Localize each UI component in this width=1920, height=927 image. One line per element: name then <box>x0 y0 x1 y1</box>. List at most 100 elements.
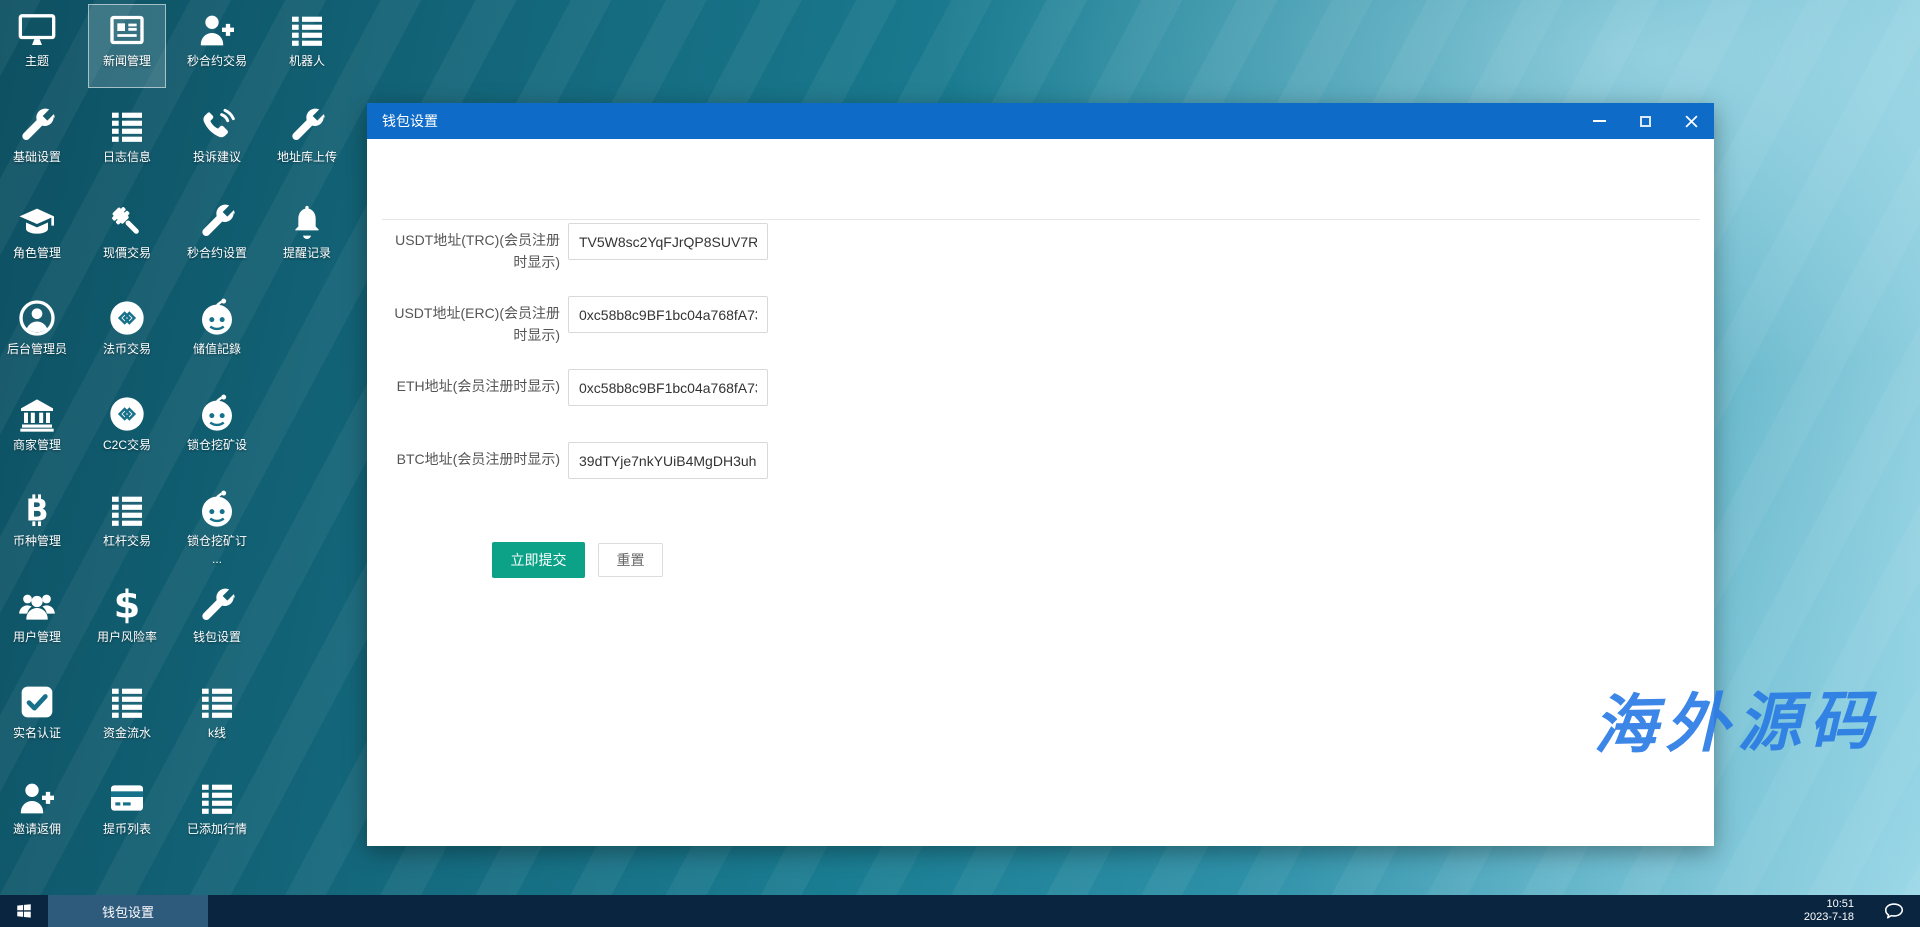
user-plus-icon <box>197 10 237 50</box>
minimize-button[interactable] <box>1576 103 1622 139</box>
form-row: USDT地址(ERC)(会员注册时显示) <box>390 296 768 346</box>
list-icon <box>107 682 147 722</box>
desktop-icon-label: 资金流水 <box>102 726 151 740</box>
desktop-icon[interactable]: 秒合约交易 <box>178 4 256 88</box>
form-divider <box>382 219 1700 220</box>
desktop-icon-label: 储值記錄 <box>192 342 241 356</box>
field-label: USDT地址(TRC)(会员注册时显示) <box>395 232 560 270</box>
desktop-icon[interactable]: 主题 <box>0 4 76 88</box>
list-icon <box>107 490 147 530</box>
reset-button[interactable]: 重置 <box>598 543 663 577</box>
close-button[interactable] <box>1668 103 1714 139</box>
desktop-icon[interactable]: 锁仓挖矿订... <box>178 484 256 568</box>
maximize-button[interactable] <box>1622 103 1668 139</box>
desktop-icon[interactable]: 钱包设置 <box>178 580 256 664</box>
desktop-icon[interactable]: 角色管理 <box>0 196 76 280</box>
desktop-icon-label: 币种管理 <box>12 534 61 548</box>
desktop-icon[interactable]: 杠杆交易 <box>88 484 166 568</box>
clock-date: 2023-7-18 <box>1803 911 1854 923</box>
notification-button[interactable] <box>1868 895 1920 927</box>
desktop-icon-label: 实名认证 <box>12 726 61 740</box>
desktop-icon[interactable]: 资金流水 <box>88 676 166 760</box>
window-title: 钱包设置 <box>382 113 438 129</box>
desktop-icon[interactable]: 新闻管理 <box>88 4 166 88</box>
desktop-icon[interactable]: 现價交易 <box>88 196 166 280</box>
desktop-icon-label: 用户风险率 <box>96 630 157 644</box>
desktop-icon[interactable]: 提币列表 <box>88 772 166 856</box>
form-row: BTC地址(会员注册时显示) <box>390 442 768 479</box>
desktop-icon[interactable]: 秒合约设置 <box>178 196 256 280</box>
desktop-icon[interactable]: 储值記錄 <box>178 292 256 376</box>
window-content: USDT地址(TRC)(会员注册时显示) USDT地址(ERC)(会员注册时显示)… <box>367 139 1714 846</box>
desktop-icon[interactable]: 用户风险率 <box>88 580 166 664</box>
dollar-icon <box>107 586 147 626</box>
start-button[interactable] <box>0 895 48 927</box>
minimize-icon <box>1592 120 1606 122</box>
list-icon <box>107 106 147 146</box>
desktop-icon[interactable]: 地址库上传 <box>268 100 346 184</box>
grad-cap-icon <box>17 202 57 242</box>
windows-logo-icon <box>15 902 33 920</box>
desktop-icon-label: 已添加行情 <box>186 822 247 836</box>
taskbar-item-label: 钱包设置 <box>101 904 154 920</box>
taskbar-item-wallet-settings[interactable]: 钱包设置 <box>48 895 208 927</box>
desktop-icon[interactable]: 日志信息 <box>88 100 166 184</box>
desktop-icon[interactable]: 机器人 <box>268 4 346 88</box>
user-circle-icon <box>17 298 57 338</box>
desktop-icon-label: 锁仓挖矿订 <box>186 534 247 548</box>
check-square-icon <box>17 682 57 722</box>
desktop-icon[interactable]: C2C交易 <box>88 388 166 472</box>
wrench-icon <box>197 586 237 626</box>
desktop-icon-label: 提醒记录 <box>282 246 331 260</box>
field-input[interactable] <box>568 369 768 406</box>
desktop-icon[interactable]: 实名认证 <box>0 676 76 760</box>
taskbar-clock[interactable]: 10:51 2023-7-18 <box>1804 895 1868 927</box>
field-input[interactable] <box>568 442 768 479</box>
desktop-icon[interactable]: 币种管理 <box>0 484 76 568</box>
alien-icon <box>197 298 237 338</box>
desktop-icon-label: 商家管理 <box>12 438 61 452</box>
desktop-icon[interactable]: 用户管理 <box>0 580 76 664</box>
close-icon <box>1684 114 1698 128</box>
desktop-icon-label: 地址库上传 <box>276 150 337 164</box>
desktop-icon-label: 用户管理 <box>12 630 61 644</box>
newspaper-icon <box>107 10 147 50</box>
desktop-icon-label: 现價交易 <box>102 246 151 260</box>
desktop-icon-label: 新闻管理 <box>102 54 151 68</box>
alien-icon <box>197 490 237 530</box>
window-titlebar: 钱包设置 <box>367 103 1714 139</box>
taskbar: 钱包设置 10:51 2023-7-18 <box>0 895 1920 927</box>
desktop-icon[interactable]: 基础设置 <box>0 100 76 184</box>
desktop-icon-label: 邀请返佣 <box>12 822 61 836</box>
desktop-icon-label: 后台管理员 <box>6 342 67 356</box>
desktop-icon-label: 提币列表 <box>102 822 151 836</box>
submit-button[interactable]: 立即提交 <box>492 542 585 578</box>
desktop-icon[interactable]: 已添加行情 <box>178 772 256 856</box>
desktop-icon[interactable]: 商家管理 <box>0 388 76 472</box>
desktop-icon[interactable]: k线 <box>178 676 256 760</box>
desktop-icon-label: 秒合约设置 <box>186 246 247 260</box>
desktop-icon[interactable]: 邀请返佣 <box>0 772 76 856</box>
desktop-icon[interactable]: 锁仓挖矿设 <box>178 388 256 472</box>
desktop-icon-label: 钱包设置 <box>192 630 241 644</box>
alien-icon <box>197 394 237 434</box>
desktop-icon-label: 日志信息 <box>102 150 151 164</box>
bell-icon <box>287 202 327 242</box>
desktop-icon-label-overflow: ... <box>211 552 222 566</box>
desktop-icon[interactable]: 提醒记录 <box>268 196 346 280</box>
maximize-icon <box>1639 115 1651 127</box>
gavel-icon <box>107 202 147 242</box>
field-input[interactable] <box>568 223 768 260</box>
desktop-icon-label: 角色管理 <box>12 246 61 260</box>
desktop-icon-label: 法币交易 <box>102 342 151 356</box>
field-label: ETH地址(会员注册时显示) <box>396 378 560 394</box>
bitcoin-icon <box>17 490 57 530</box>
gem-icon <box>107 298 147 338</box>
desktop-icon-label: 锁仓挖矿设 <box>186 438 247 452</box>
field-input[interactable] <box>568 296 768 333</box>
desktop-icon[interactable]: 投诉建议 <box>178 100 256 184</box>
desktop-background: 主题 新闻管理 秒合约交易 机器人基础设置 日志信息 投诉建议 地址库上传角色管理 现價交易 秒… <box>0 0 1920 927</box>
desktop-icon[interactable]: 法币交易 <box>88 292 166 376</box>
desktop-icon[interactable]: 后台管理员 <box>0 292 76 376</box>
desktop-icon-label: 基础设置 <box>12 150 61 164</box>
